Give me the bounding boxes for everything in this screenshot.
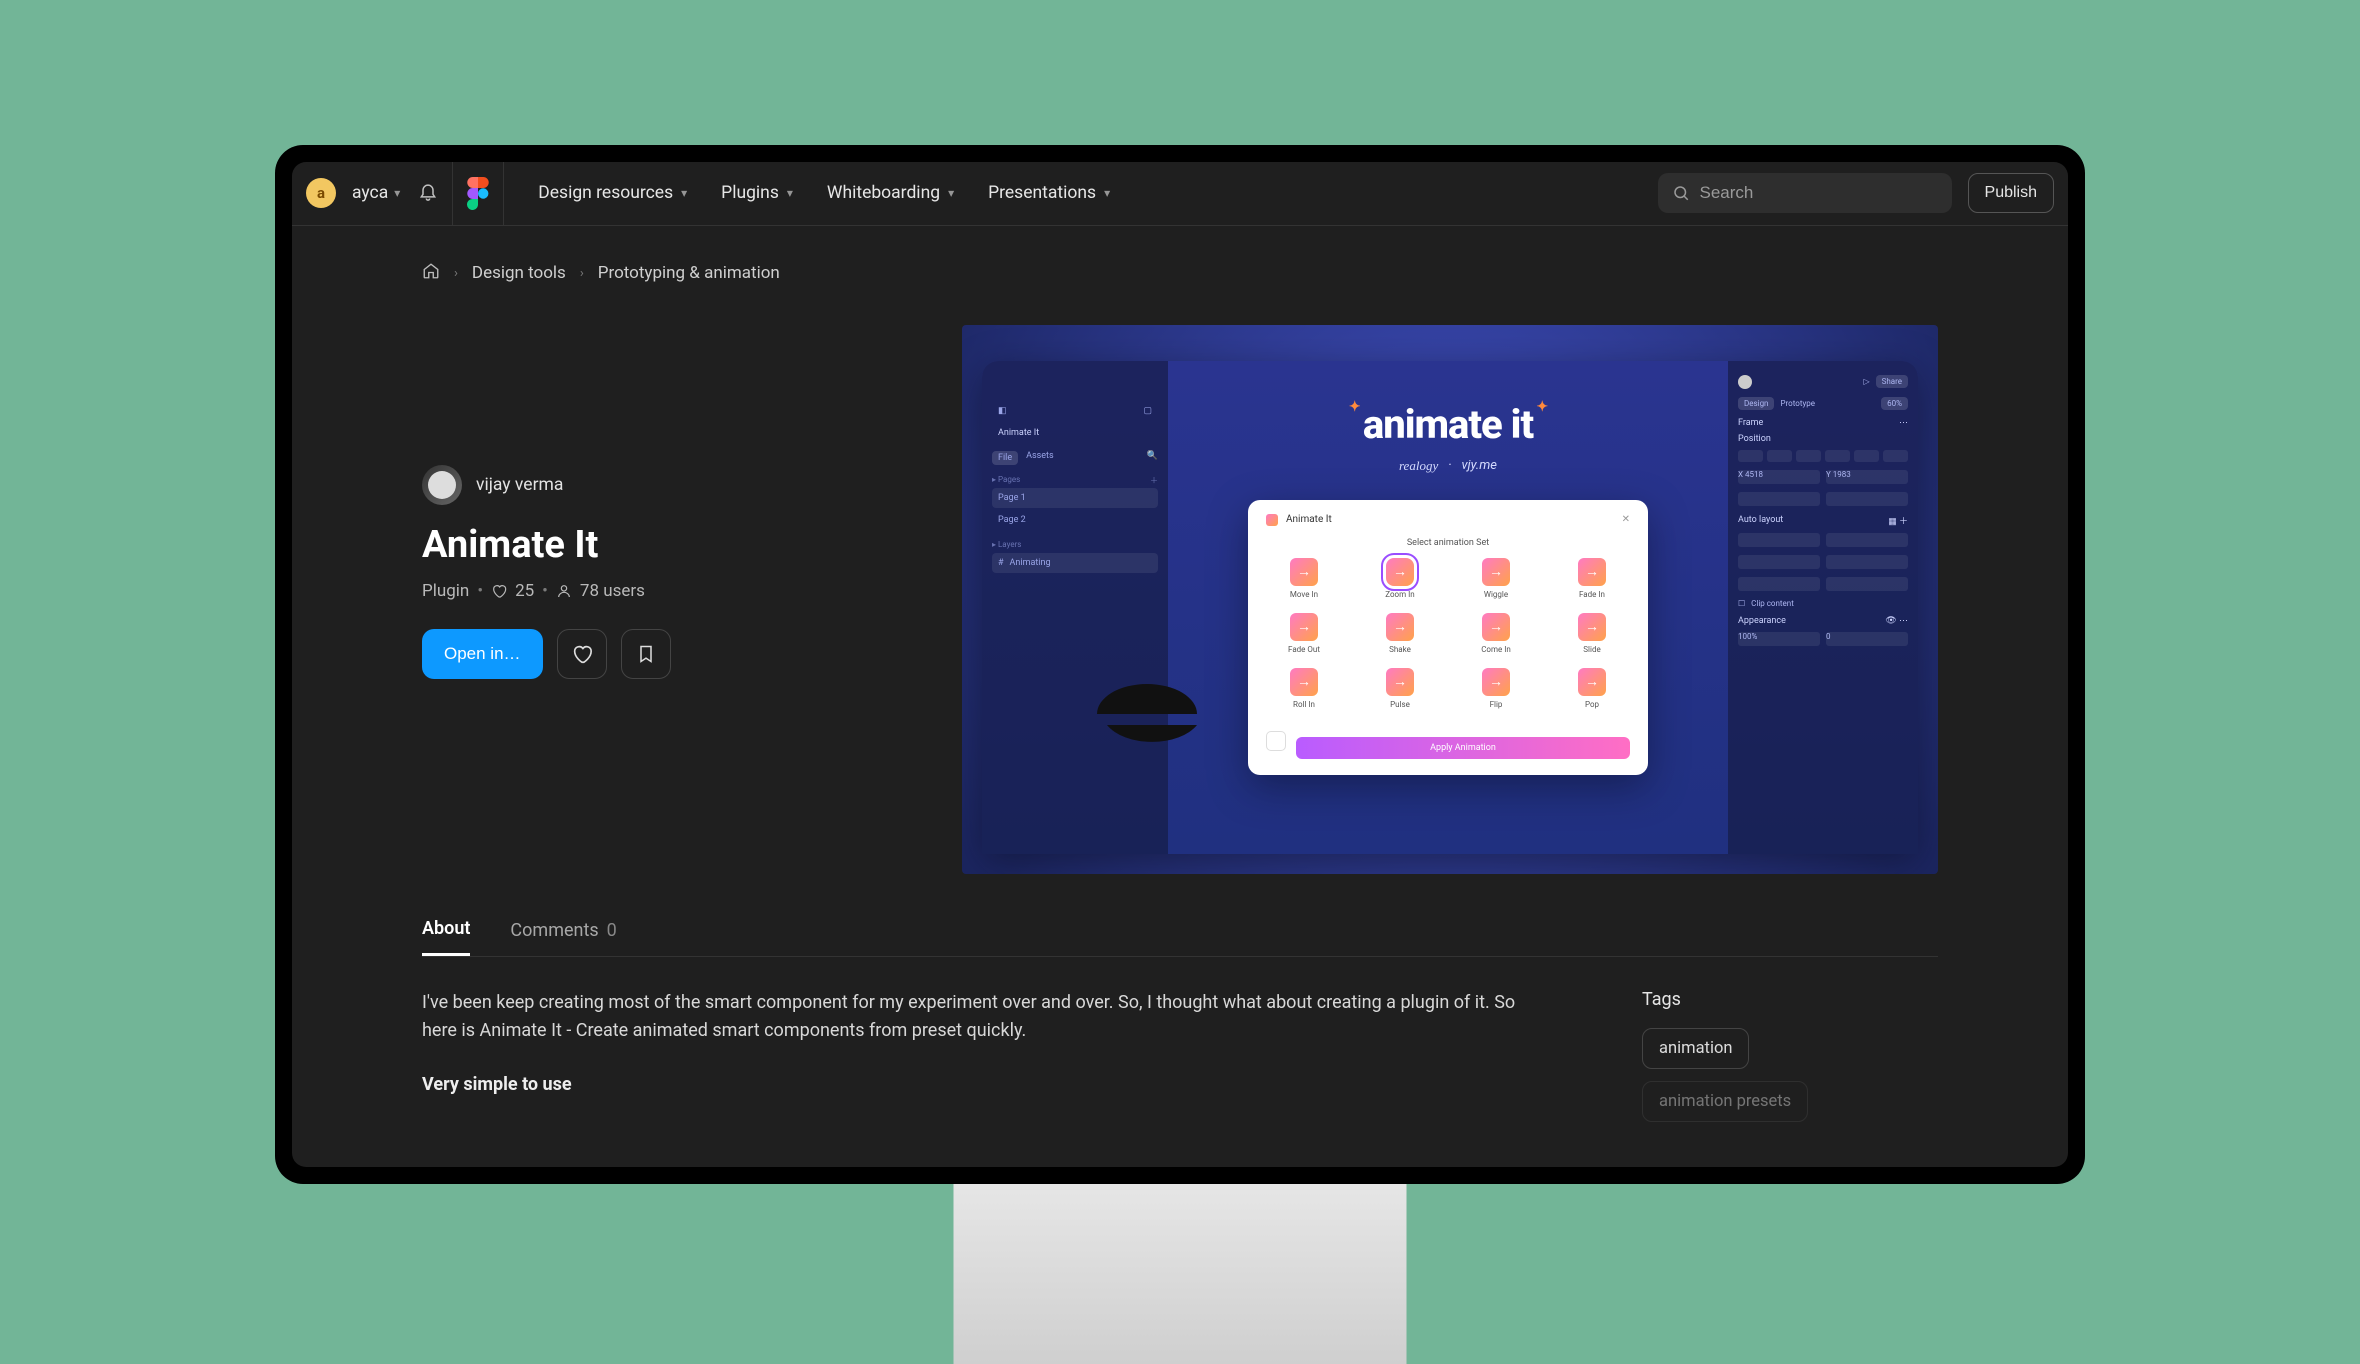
tags-panel: Tags animation animation presets [1642,989,1912,1134]
tags-title: Tags [1642,989,1912,1010]
resource-meta: Plugin • 25 • 78 users [422,581,922,601]
comments-count: 0 [607,920,617,941]
breadcrumb-separator: › [580,266,584,281]
search-input[interactable] [1700,183,1938,203]
open-in-button[interactable]: Open in… [422,629,543,679]
main-content: vijay verma Animate It Plugin • 25 • 78 … [292,285,2068,875]
users-count: 78 users [580,581,645,601]
monitor-bezel: a ayca ▾ Design resources▾ [275,145,2085,1184]
tag-chip[interactable]: animation [1642,1028,1749,1069]
search-icon [1672,184,1690,202]
heart-icon [491,583,507,599]
app-window: a ayca ▾ Design resources▾ [292,162,2068,1167]
nav-design-resources[interactable]: Design resources▾ [538,183,687,203]
nav-plugins[interactable]: Plugins▾ [721,183,793,203]
top-nav: a ayca ▾ Design resources▾ [292,162,2068,226]
notifications-icon[interactable] [418,181,438,206]
mock-right-panel: ▷Share DesignPrototype60% Frame⋯ Positio… [1728,361,1918,855]
detail-tabs: About Comments 0 [292,874,2068,957]
chevron-down-icon: ▾ [787,186,793,200]
author-link[interactable]: vijay verma [422,465,922,505]
figma-logo[interactable] [467,177,489,210]
breadcrumb-link-1[interactable]: Design tools [472,263,566,283]
resource-info: vijay verma Animate It Plugin • 25 • 78 … [422,325,922,875]
page-title: Animate It [422,523,922,567]
heart-icon [571,643,593,665]
breadcrumb-link-2[interactable]: Prototyping & animation [598,263,780,283]
user-menu[interactable]: a ayca ▾ [306,178,400,208]
tag-chip[interactable]: animation presets [1642,1081,1808,1122]
chevron-down-icon: ▾ [1104,186,1110,200]
user-avatar: a [306,178,336,208]
tab-comments[interactable]: Comments 0 [510,904,616,956]
chevron-down-icon: ▾ [681,186,687,200]
user-icon [556,583,572,599]
mock-left-panel: ◧▢ Animate It FileAssets🔍 ▸ Pages＋ Page … [982,361,1168,855]
publish-button[interactable]: Publish [1968,173,2054,213]
monitor: a ayca ▾ Design resources▾ [275,145,2085,1184]
chevron-down-icon: ▾ [394,186,400,200]
nav-links: Design resources▾ Plugins▾ Whiteboarding… [538,183,1110,203]
animation-preview-shape [1087,664,1207,764]
author-avatar [422,465,462,505]
breadcrumb: › Design tools › Prototyping & animation [292,226,2068,285]
tab-about[interactable]: About [422,904,470,956]
chevron-down-icon: ▾ [948,186,954,200]
monitor-stand [954,1184,1407,1364]
search-field[interactable] [1658,173,1952,213]
bookmark-icon [636,643,656,665]
about-paragraph: I've been keep creating most of the smar… [422,989,1552,1045]
cover-image[interactable]: ◧▢ Animate It FileAssets🔍 ▸ Pages＋ Page … [962,325,1938,875]
author-name: vijay verma [476,475,563,495]
nav-presentations[interactable]: Presentations▾ [988,183,1110,203]
nav-whiteboarding[interactable]: Whiteboarding▾ [827,183,954,203]
mock-canvas: ✦animate it✦ realogy·vjy.me Animate It✕ … [1168,361,1728,855]
home-icon[interactable] [422,262,440,285]
likes-count: 25 [515,581,534,601]
save-button[interactable] [621,629,671,679]
about-heading: Very simple to use [422,1071,1552,1099]
user-name: ayca [352,183,388,203]
description: I've been keep creating most of the smar… [422,989,1552,1134]
breadcrumb-separator: › [454,266,458,281]
action-row: Open in… [422,629,922,679]
resource-type: Plugin [422,581,469,601]
about-body: I've been keep creating most of the smar… [292,957,2068,1134]
like-button[interactable] [557,629,607,679]
